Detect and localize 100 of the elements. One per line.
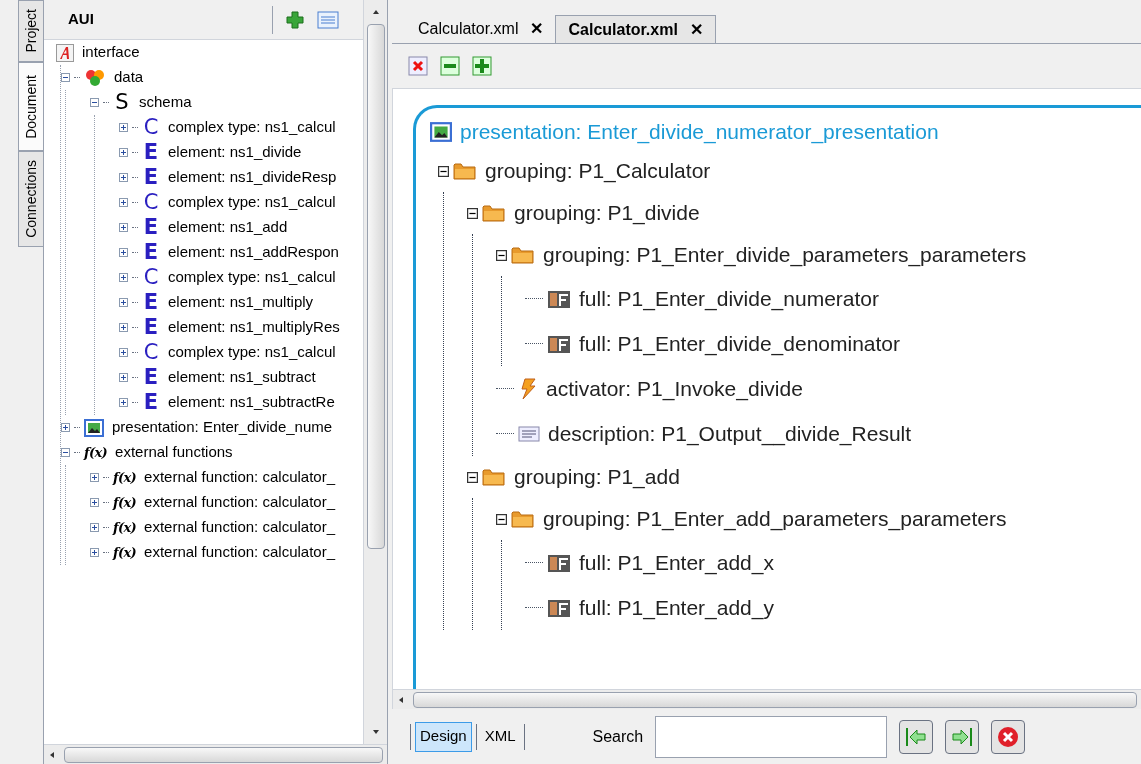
collapse-icon[interactable] [90, 98, 99, 107]
folder-icon [511, 245, 535, 265]
tree-item-label[interactable]: element: ns1_divide [168, 141, 302, 164]
design-node-label[interactable]: grouping: P1_Enter_add_parameters_parameters [543, 503, 1007, 535]
expand-icon[interactable] [119, 373, 128, 382]
tree-item-label[interactable]: complex type: ns1_calcul [168, 266, 336, 289]
expand-icon[interactable] [119, 223, 128, 232]
picture-icon [84, 418, 104, 437]
expand-icon[interactable] [90, 473, 99, 482]
design-node-label[interactable]: full: P1_Enter_divide_numerator [579, 282, 879, 315]
tree-item-label[interactable]: external function: calculator_ [144, 541, 335, 564]
element-letter-icon: E [142, 392, 160, 413]
a-letter-icon [56, 43, 74, 62]
design-node-label[interactable]: description: P1_Output__divide_Result [548, 417, 912, 450]
tree-item-label[interactable]: complex type: ns1_calcul [168, 116, 336, 139]
tree-item-label[interactable]: element: ns1_add [168, 216, 288, 239]
collapse-icon[interactable] [496, 513, 507, 525]
tree-item-label[interactable]: external function: calculator_ [144, 491, 335, 514]
expand-icon[interactable] [119, 398, 128, 407]
tree-item-label[interactable]: complex type: ns1_calcul [168, 191, 336, 214]
search-field[interactable] [655, 715, 888, 758]
picture-icon [430, 122, 452, 142]
function-icon: f(x) [84, 446, 108, 459]
editor-tab[interactable]: Calculator.xml ✕ [555, 15, 716, 43]
design-node-label[interactable]: grouping: P1_divide [514, 197, 700, 229]
collapse-icon[interactable] [61, 73, 70, 82]
previous-button[interactable] [899, 719, 934, 754]
expand-icon[interactable] [119, 348, 128, 357]
close-search-button[interactable] [991, 719, 1026, 754]
editor-tab[interactable]: Calculator.xml ✕ [406, 15, 556, 43]
vertical-scrollbar[interactable] [363, 0, 387, 744]
horizontal-scrollbar[interactable] [393, 689, 1141, 709]
side-tab[interactable]: Project [18, 0, 44, 62]
tree-item-label[interactable]: schema [139, 91, 192, 114]
expand-icon[interactable] [119, 323, 128, 332]
tree-item-label[interactable]: complex type: ns1_calcul [168, 341, 336, 364]
collapse-icon[interactable] [61, 448, 70, 457]
function-icon: f(x) [113, 521, 137, 534]
collapse-icon[interactable] [496, 249, 507, 261]
design-node-label[interactable]: grouping: P1_add [514, 461, 680, 493]
folder-icon [453, 161, 477, 181]
tree-item-label[interactable]: element: ns1_multiply [168, 291, 314, 314]
plus-icon[interactable] [472, 56, 492, 76]
lightning-icon [518, 377, 538, 400]
delete-icon[interactable] [408, 56, 428, 76]
element-letter-icon: E [142, 217, 160, 238]
design-node-label[interactable]: full: P1_Enter_add_y [579, 591, 774, 624]
search-label: Search [592, 726, 644, 747]
element-letter-icon: E [142, 367, 160, 388]
expand-icon[interactable] [119, 273, 128, 282]
tree-item-label[interactable]: element: ns1_divideResp [168, 166, 337, 189]
tree-item-label[interactable]: element: ns1_addRespon [168, 241, 339, 264]
expand-icon[interactable] [90, 498, 99, 507]
plus-icon[interactable] [285, 9, 305, 30]
close-button[interactable]: ✕ [689, 17, 703, 42]
complex-type-letter-icon: C [142, 192, 160, 213]
folder-icon [511, 509, 535, 529]
tree-item-label[interactable]: interface [82, 41, 140, 64]
horizontal-scrollbar[interactable] [44, 744, 387, 764]
expand-icon[interactable] [90, 523, 99, 532]
design-node-label[interactable]: full: P1_Enter_add_x [579, 546, 774, 579]
next-button[interactable] [945, 719, 980, 754]
expand-icon[interactable] [119, 148, 128, 157]
collapse-icon[interactable] [467, 207, 478, 219]
side-tab[interactable]: Document [18, 61, 44, 152]
tree-item-label[interactable]: element: ns1_subtractRe [168, 391, 335, 414]
tree-item-label[interactable]: external function: calculator_ [144, 516, 335, 539]
tree-item-label[interactable]: presentation: Enter_divide_nume [112, 416, 333, 439]
tree-item-label[interactable]: element: ns1_subtract [168, 366, 316, 389]
expand-icon[interactable] [119, 173, 128, 182]
folder-icon [482, 203, 506, 223]
expand-icon[interactable] [119, 198, 128, 207]
element-letter-icon: E [142, 242, 160, 263]
design-node-label[interactable]: full: P1_Enter_divide_denominator [579, 327, 901, 360]
tree-item-label[interactable]: external functions [115, 441, 233, 464]
close-button[interactable]: ✕ [530, 17, 544, 41]
minus-icon[interactable] [440, 56, 460, 76]
view-tab[interactable]: Design [415, 721, 472, 752]
collapse-icon[interactable] [467, 471, 478, 483]
expand-icon[interactable] [119, 123, 128, 132]
function-icon: f(x) [113, 546, 137, 559]
design-node-label[interactable]: grouping: P1_Enter_divide_parameters_parameters [543, 239, 1027, 271]
folder-icon [482, 467, 506, 487]
tree-item-label[interactable]: element: ns1_multiplyRes [168, 316, 340, 339]
expand-icon[interactable] [119, 298, 128, 307]
expand-icon[interactable] [61, 423, 70, 432]
design-node-label[interactable]: grouping: P1_Calculator [485, 155, 711, 187]
view-tab[interactable]: XML [480, 721, 520, 752]
collapse-icon[interactable] [438, 165, 449, 177]
text-lines-icon [518, 424, 540, 443]
panel-title: AUI [68, 9, 94, 30]
complex-type-letter-icon: C [142, 267, 160, 288]
tree-item-label[interactable]: external function: calculator_ [144, 466, 335, 489]
close-icon [996, 724, 1021, 749]
tab-title: Calculator.xml [568, 19, 678, 40]
design-node-label[interactable]: activator: P1_Invoke_divide [546, 372, 803, 405]
side-tab[interactable]: Connections [18, 151, 44, 248]
expand-icon[interactable] [119, 248, 128, 257]
expand-icon[interactable] [90, 548, 99, 557]
tree-item-label[interactable]: data [114, 66, 144, 89]
